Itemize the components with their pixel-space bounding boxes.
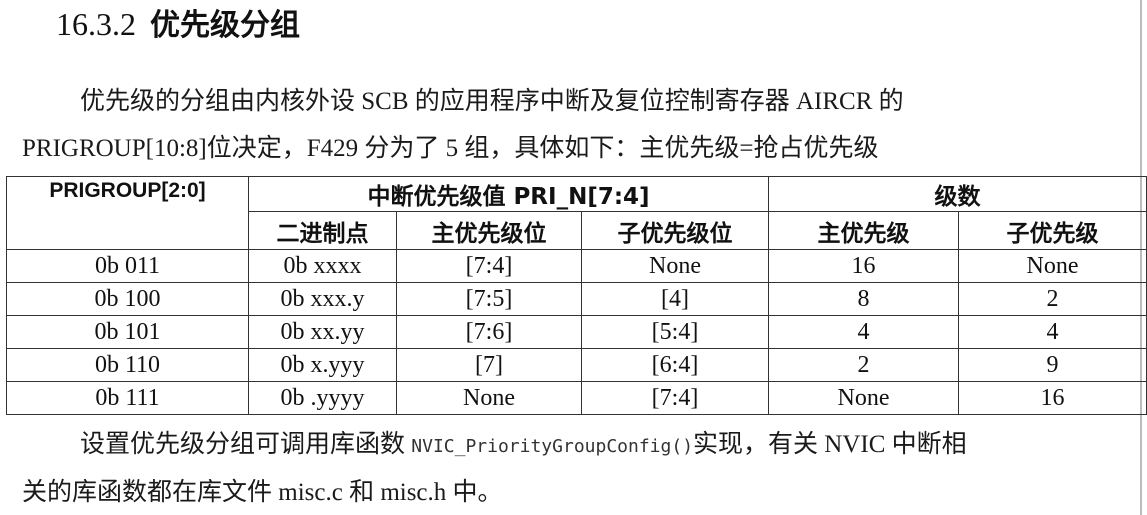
header-sub-levels: 子优先级 (958, 211, 1147, 250)
section-number: 16.3.2 (56, 6, 136, 42)
cell-main-bits: None (396, 381, 582, 415)
cell-main-bits: [7:5] (396, 282, 582, 316)
cell-main-levels: 2 (768, 348, 959, 382)
header-sub-bits: 子优先级位 (581, 211, 769, 250)
cell-binary-point: 0b x.yyy (248, 348, 397, 382)
intro-line-2: PRIGROUP[10:8]位决定，F429 分为了 5 组，具体如下：主优先级… (22, 135, 879, 162)
priority-group-table: PRIGROUP[2:0] 中断优先级值 PRI_N[7:4] 级数 二进制点 … (6, 176, 1147, 415)
cell-sub-levels: 2 (958, 282, 1147, 316)
outro-text-before-code: 设置优先级分组可调用库函数 (80, 431, 412, 458)
cell-main-bits: [7:4] (396, 249, 582, 283)
cell-binary-point: 0b xxx.y (248, 282, 397, 316)
cell-main-bits: [7:6] (396, 315, 582, 349)
intro-line-1: 优先级的分组由内核外设 SCB 的应用程序中断及复位控制寄存器 AIRCR 的 (80, 88, 904, 115)
cell-prigroup: 0b 110 (6, 348, 249, 382)
cell-prigroup: 0b 011 (6, 249, 249, 283)
outro-text-after-code: 实现，有关 NVIC 中断相 (693, 431, 967, 458)
outro-line-1: 设置优先级分组可调用库函数 NVIC_PriorityGroupConfig()… (80, 428, 967, 464)
cell-main-bits: [7] (396, 348, 582, 382)
cell-sub-levels: None (958, 249, 1147, 283)
cell-main-levels: 8 (768, 282, 959, 316)
cell-sub-levels: 9 (958, 348, 1147, 382)
section-title: 优先级分组 (150, 8, 300, 43)
table-row: 0b 110 0b x.yyy [7] [6:4] 2 9 (6, 348, 1147, 382)
cell-main-levels: 4 (768, 315, 959, 349)
header-main-levels: 主优先级 (768, 211, 959, 250)
header-main-bits: 主优先级位 (396, 211, 582, 250)
cell-sub-bits: [4] (581, 282, 769, 316)
cell-sub-bits: [7:4] (581, 381, 769, 415)
header-levels: 级数 (768, 176, 1147, 212)
table-row: 0b 101 0b xx.yy [7:6] [5:4] 4 4 (6, 315, 1147, 349)
outro-line-2: 关的库函数都在库文件 misc.c 和 misc.h 中。 (22, 479, 503, 506)
header-pri-n: 中断优先级值 PRI_N[7:4] (248, 176, 769, 212)
cell-binary-point: 0b xxxx (248, 249, 397, 283)
cell-sub-bits: None (581, 249, 769, 283)
table-header-row-1: PRIGROUP[2:0] 中断优先级值 PRI_N[7:4] 级数 (6, 176, 1147, 250)
cell-prigroup: 0b 100 (6, 282, 249, 316)
cell-main-levels: None (768, 381, 959, 415)
header-prigroup: PRIGROUP[2:0] (6, 176, 249, 250)
cell-sub-levels: 4 (958, 315, 1147, 349)
table-row: 0b 111 0b .yyyy None [7:4] None 16 (6, 381, 1147, 415)
function-name-code: NVIC_PriorityGroupConfig() (411, 436, 694, 457)
section-heading: 16.3.2 优先级分组 (56, 2, 300, 46)
cell-sub-bits: [6:4] (581, 348, 769, 382)
table-row: 0b 100 0b xxx.y [7:5] [4] 8 2 (6, 282, 1147, 316)
cell-binary-point: 0b .yyyy (248, 381, 397, 415)
cell-main-levels: 16 (768, 249, 959, 283)
cell-sub-levels: 16 (958, 381, 1147, 415)
table-row: 0b 011 0b xxxx [7:4] None 16 None (6, 249, 1147, 283)
cell-sub-bits: [5:4] (581, 315, 769, 349)
cell-prigroup: 0b 101 (6, 315, 249, 349)
cell-binary-point: 0b xx.yy (248, 315, 397, 349)
header-binary-point: 二进制点 (248, 211, 397, 250)
cell-prigroup: 0b 111 (6, 381, 249, 415)
